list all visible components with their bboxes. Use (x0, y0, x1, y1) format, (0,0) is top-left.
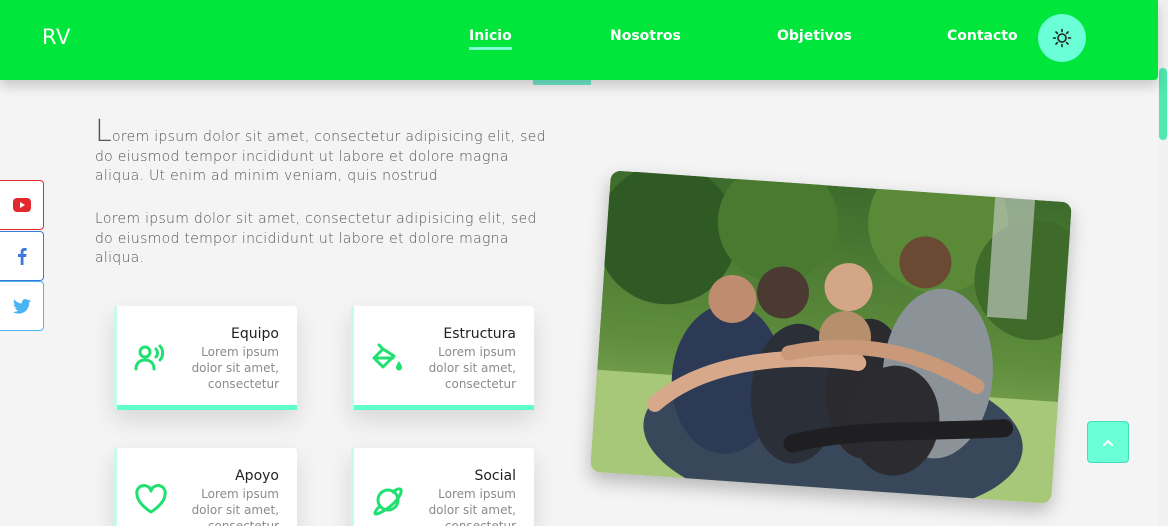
facebook-icon (17, 248, 27, 265)
card-accent-bar (354, 405, 534, 410)
card-accent-bar (117, 405, 297, 410)
card-title: Social (474, 468, 516, 484)
card-description: Lorem ipsum dolor sit amet, consectetur (191, 345, 279, 391)
nav-link-nosotros[interactable]: Nosotros (610, 28, 681, 44)
scrollbar-thumb[interactable] (1159, 68, 1167, 140)
facebook-link[interactable] (0, 231, 44, 281)
nav-link-inicio[interactable]: Inicio (469, 28, 512, 50)
youtube-link[interactable] (0, 180, 44, 230)
nav-link-contacto[interactable]: Contacto (947, 28, 1018, 44)
paint-bucket-icon (372, 343, 402, 371)
twitter-icon (12, 298, 31, 314)
heart-icon (135, 484, 167, 514)
group-hug-photo (590, 170, 1072, 504)
sun-icon (1052, 28, 1072, 48)
youtube-icon (12, 198, 31, 212)
team-icon (134, 344, 165, 371)
chevron-up-icon (1103, 439, 1113, 446)
top-navbar: RV Inicio Nosotros Objetivos Contacto (0, 0, 1158, 80)
intro-paragraph-1-text: orem ipsum dolor sit amet, consectetur a… (95, 129, 546, 184)
feature-card-equipo[interactable]: Equipo Lorem ipsum dolor sit amet, conse… (114, 306, 297, 410)
intro-paragraph-1: Lorem ipsum dolor sit amet, consectetur … (95, 117, 555, 187)
feature-card-apoyo[interactable]: Apoyo Lorem ipsum dolor sit amet, consec… (114, 448, 297, 526)
planet-icon (373, 487, 403, 516)
nav-indicator (533, 80, 591, 85)
card-title: Apoyo (235, 468, 279, 484)
back-to-top-button[interactable] (1087, 421, 1129, 463)
twitter-link[interactable] (0, 281, 44, 331)
card-title: Equipo (231, 326, 279, 342)
card-title: Estructura (443, 326, 516, 342)
card-description: Lorem ipsum dolor sit amet, consectetur (428, 487, 516, 526)
theme-toggle-button[interactable] (1038, 14, 1086, 62)
drop-cap: L (95, 114, 113, 149)
card-description: Lorem ipsum dolor sit amet, consectetur (191, 487, 279, 526)
feature-card-estructura[interactable]: Estructura Lorem ipsum dolor sit amet, c… (351, 306, 534, 410)
feature-card-social[interactable]: Social Lorem ipsum dolor sit amet, conse… (351, 448, 534, 526)
logo[interactable]: RV (42, 25, 71, 49)
nav-link-objetivos[interactable]: Objetivos (777, 28, 852, 44)
intro-paragraph-2: Lorem ipsum dolor sit amet, consectetur … (95, 211, 537, 266)
card-description: Lorem ipsum dolor sit amet, consectetur (428, 345, 516, 391)
